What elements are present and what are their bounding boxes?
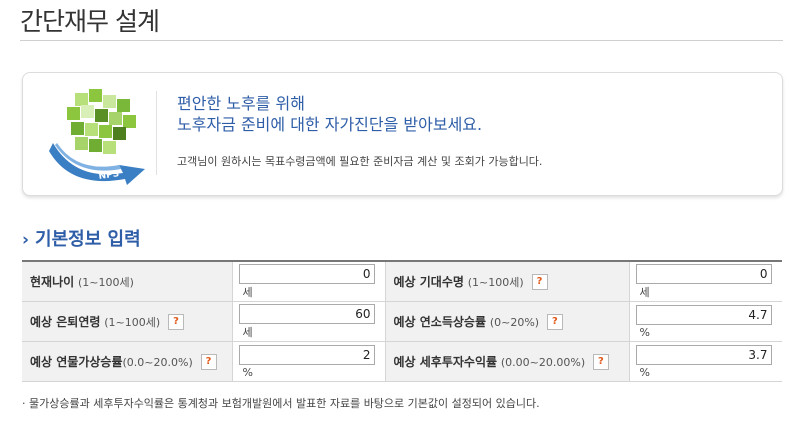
current-age-unit: 세: [242, 285, 253, 299]
inflation-cell: %: [232, 341, 386, 382]
intro-banner: NPS 편안한 노후를 위해 노후자금 준비에 대한 자가진단을 받아보세요. …: [22, 72, 783, 196]
after-tax-return-label: 예상 세후투자수익률 (0.00~20.00%) ?: [385, 341, 630, 382]
life-expectancy-cell: 세: [629, 261, 782, 302]
section-title: › 기본정보 입력: [22, 225, 141, 251]
life-expectancy-label: 예상 기대수명 (1~100세) ?: [385, 261, 630, 302]
after-tax-return-cell: %: [629, 341, 782, 382]
after-tax-return-unit: %: [639, 365, 650, 379]
after-tax-return-help-button[interactable]: ?: [592, 354, 609, 371]
page-title: 간단재무 설계: [20, 7, 160, 36]
banner-headline: 편안한 노후를 위해 노후자금 준비에 대한 자가진단을 받아보세요.: [177, 93, 482, 135]
chevron-right-icon: ›: [22, 230, 30, 250]
income-growth-help-button[interactable]: ?: [546, 314, 563, 331]
income-growth-label: 예상 연소득상승률 (0~20%) ?: [385, 301, 630, 342]
form-row: 현재나이 (1~100세) 세 예상 기대수명 (1~100세) ? 세: [22, 261, 782, 302]
current-age-input[interactable]: [238, 263, 375, 284]
inflation-help-button[interactable]: ?: [200, 354, 217, 371]
after-tax-return-input[interactable]: [635, 344, 772, 365]
income-growth-unit: %: [639, 325, 650, 339]
life-expectancy-help-button[interactable]: ?: [531, 274, 548, 291]
current-age-label: 현재나이 (1~100세): [22, 261, 233, 302]
banner-headline-line2: 노후자금 준비에 대한 자가진단을 받아보세요.: [177, 115, 483, 134]
life-expectancy-input[interactable]: [635, 263, 772, 284]
inflation-unit: %: [242, 365, 253, 379]
form-row: 예상 연물가상승률(0.0~20.0%) ? % 예상 세후투자수익률 (0.0…: [22, 341, 782, 382]
footnote: · 물가상승률과 세후투자수익률은 통계청과 보험개발원에서 발표한 자료를 바…: [22, 397, 540, 410]
nps-cube-logo-icon: NPS: [49, 89, 145, 185]
retirement-age-input[interactable]: [238, 303, 375, 324]
life-expectancy-unit: 세: [639, 285, 650, 299]
title-divider: [20, 40, 783, 41]
section-title-text: 기본정보 입력: [35, 229, 141, 250]
banner-divider: [156, 91, 157, 175]
inflation-input[interactable]: [238, 344, 375, 365]
retirement-age-unit: 세: [242, 325, 253, 339]
retirement-age-help-button[interactable]: ?: [168, 314, 184, 331]
basic-info-form: 현재나이 (1~100세) 세 예상 기대수명 (1~100세) ? 세 예상 …: [22, 260, 782, 382]
banner-description: 고객님이 원하시는 목표수령금액에 필요한 준비자금 계산 및 조회가 가능합니…: [177, 155, 543, 168]
retirement-age-label: 예상 은퇴연령 (1~100세) ?: [22, 301, 233, 342]
form-row: 예상 은퇴연령 (1~100세) ? 세 예상 연소득상승률 (0~20%) ?…: [22, 301, 782, 342]
banner-headline-line1: 편안한 노후를 위해: [177, 94, 305, 113]
income-growth-input[interactable]: [635, 304, 772, 325]
current-age-cell: 세: [232, 261, 386, 302]
inflation-label: 예상 연물가상승률(0.0~20.0%) ?: [22, 341, 233, 382]
income-growth-cell: %: [629, 301, 782, 342]
retirement-age-cell: 세: [232, 301, 386, 342]
